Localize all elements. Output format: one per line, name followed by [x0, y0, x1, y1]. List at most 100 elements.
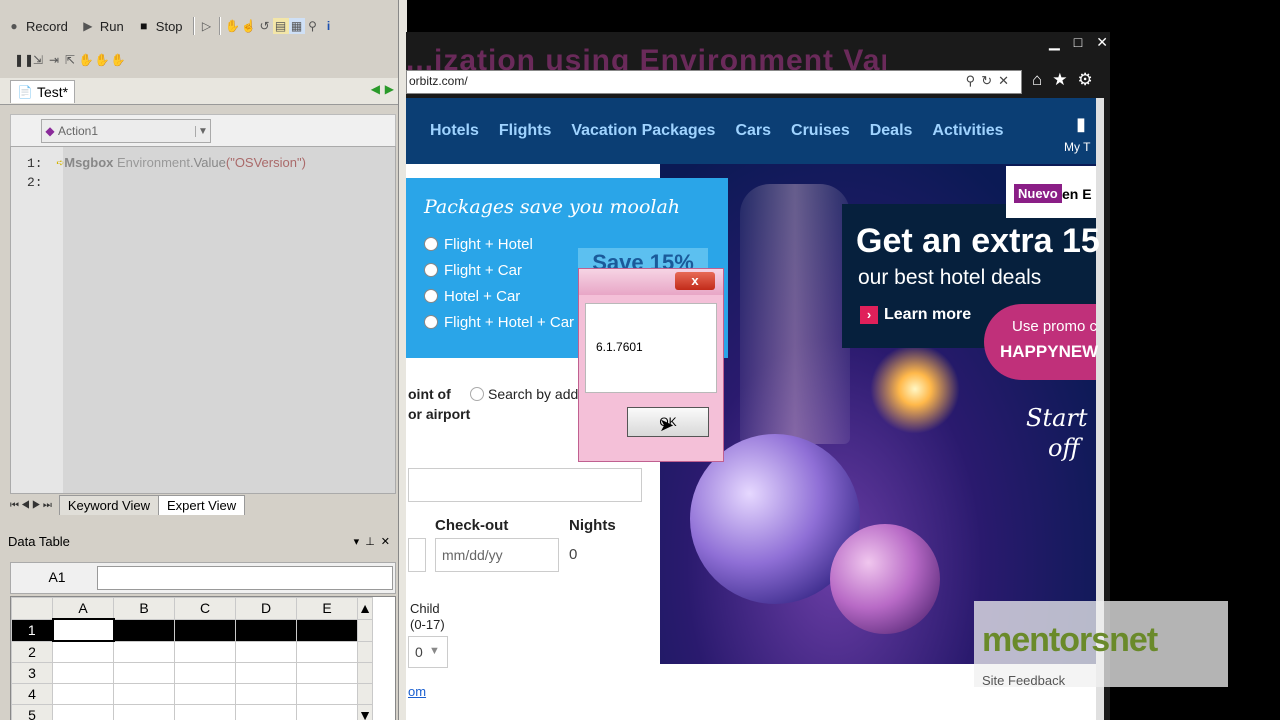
code-line[interactable]: 2: — [27, 173, 306, 193]
tab-expert-view[interactable]: Expert View — [157, 495, 246, 515]
column-header[interactable]: E — [296, 597, 358, 620]
checkin-input[interactable] — [408, 538, 426, 572]
record-button[interactable]: ● Record — [0, 18, 74, 34]
grid-cell[interactable] — [235, 683, 297, 705]
clear-breakpoint-icon[interactable]: ✋ — [94, 52, 110, 68]
hand-icon[interactable]: ✋ — [225, 18, 241, 34]
grid-cell[interactable] — [174, 618, 236, 642]
grid-icon[interactable]: ▦ — [288, 18, 305, 34]
row-header[interactable]: 3 — [11, 662, 53, 684]
grid-cell[interactable] — [51, 618, 115, 642]
settings-gear-icon[interactable]: ⚙ — [1078, 70, 1093, 92]
grid-cell[interactable] — [52, 640, 114, 663]
child-select[interactable]: 0 ▼ — [408, 636, 448, 668]
destination-input[interactable] — [408, 468, 642, 502]
step-over-icon[interactable]: ⇥ — [46, 52, 62, 68]
tab-next-icon[interactable]: ▶ — [385, 82, 394, 96]
undo-icon[interactable]: ↺ — [257, 18, 273, 34]
package-option[interactable]: Flight + Car — [424, 257, 574, 283]
grid-cell[interactable] — [52, 683, 114, 705]
column-header[interactable]: B — [113, 597, 175, 620]
package-option[interactable]: Flight + Hotel + Car — [424, 309, 574, 335]
package-option[interactable]: Hotel + Car — [424, 283, 574, 309]
grid-scroll-down-icon[interactable]: ▼ — [357, 704, 373, 720]
grid-scrollbar[interactable] — [357, 640, 373, 663]
pause-icon[interactable]: ❚❚ — [14, 52, 34, 68]
info-icon[interactable]: i — [321, 18, 337, 34]
nav-vacation-packages[interactable]: Vacation Packages — [571, 122, 715, 140]
grid-cell[interactable] — [174, 662, 236, 684]
row-header[interactable]: 4 — [11, 683, 53, 705]
grid-cell[interactable] — [296, 683, 358, 705]
tab-test[interactable]: 📄 Test* — [10, 80, 76, 103]
close-icon[interactable]: ✕ — [381, 536, 396, 548]
nav-cars[interactable]: Cars — [735, 122, 771, 140]
expert-view-editor[interactable]: 1: ➪Msgbox Environment.Value("OSVersion"… — [10, 146, 396, 494]
grid-scrollbar[interactable] — [357, 618, 373, 642]
pin-icon[interactable]: ⊥ — [365, 536, 381, 548]
grid-cell[interactable] — [113, 662, 175, 684]
grid-cell[interactable] — [235, 640, 297, 663]
grid-cell[interactable] — [174, 683, 236, 705]
grid-scrollbar[interactable] — [357, 683, 373, 705]
grid-cell[interactable] — [235, 618, 297, 642]
grid-cell[interactable] — [235, 662, 297, 684]
nav-deals[interactable]: Deals — [870, 122, 913, 140]
minimize-icon[interactable]: ▁ — [1049, 34, 1060, 54]
my-trips-link[interactable]: My T — [1064, 140, 1090, 154]
search-icon[interactable]: ⚲ — [966, 73, 982, 88]
tab-keyword-view[interactable]: Keyword View — [58, 495, 159, 515]
dropdown-icon[interactable]: ▾ — [354, 536, 366, 548]
nav-activities[interactable]: Activities — [932, 122, 1003, 140]
site-feedback-link[interactable]: Site Feedback — [982, 673, 1065, 688]
formula-input[interactable] — [97, 566, 393, 590]
dialog-close-button[interactable]: x — [675, 272, 715, 290]
column-header[interactable]: D — [235, 597, 297, 620]
column-header[interactable]: A — [52, 597, 114, 620]
stop-button[interactable]: ■ Stop — [130, 18, 189, 34]
step-out-icon[interactable]: ⇱ — [62, 52, 78, 68]
pointer-icon[interactable]: ☝ — [241, 18, 257, 34]
object-repository-icon[interactable]: ▤ — [272, 18, 289, 34]
favorites-icon[interactable]: ★ — [1052, 70, 1067, 92]
code-line[interactable]: 1: ➪Msgbox Environment.Value("OSVersion"… — [27, 153, 306, 173]
nav-cruises[interactable]: Cruises — [791, 122, 850, 140]
package-option[interactable]: Flight + Hotel — [424, 231, 574, 257]
grid-cell[interactable] — [174, 704, 236, 720]
refresh-icon[interactable]: ↻ — [981, 73, 998, 88]
grid-cell[interactable] — [235, 704, 297, 720]
grid-scrollbar[interactable] — [357, 662, 373, 684]
grid-cell[interactable] — [113, 640, 175, 663]
nav-hotels[interactable]: Hotels — [430, 122, 479, 140]
address-bar[interactable]: orbitz.com/ ⚲↻✕ — [406, 70, 1022, 94]
tab-prev-icon[interactable]: ◀ — [371, 82, 380, 96]
action-select[interactable]: ◆ Action1 ▼ — [41, 119, 211, 143]
checkout-input[interactable]: mm/dd/yy — [435, 538, 559, 572]
nav-flights[interactable]: Flights — [499, 122, 551, 140]
grid-cell[interactable] — [52, 704, 114, 720]
step-icon[interactable]: ▷ — [199, 18, 215, 34]
toggle-breakpoint-icon[interactable]: ✋ — [110, 52, 126, 68]
close-window-icon[interactable]: ✕ — [1096, 34, 1108, 54]
data-grid[interactable]: A B C D E ▲ 1 2 3 4 5 ▼ — [10, 596, 396, 720]
grid-cell[interactable] — [113, 704, 175, 720]
tab-scroll-icon[interactable]: ⏮◀▶⏭ — [10, 500, 54, 511]
maximize-icon[interactable]: □ — [1074, 34, 1082, 54]
grid-cell[interactable] — [296, 704, 358, 720]
home-icon[interactable]: ⌂ — [1032, 70, 1042, 92]
grid-cell[interactable] — [296, 618, 358, 642]
grid-cell[interactable] — [296, 640, 358, 663]
breakpoint-icon[interactable]: ✋ — [78, 52, 94, 68]
row-header[interactable]: 2 — [11, 640, 53, 663]
stop-load-icon[interactable]: ✕ — [998, 73, 1015, 88]
row-header[interactable]: 1 — [11, 618, 53, 642]
spy-icon[interactable]: ⚲ — [305, 18, 321, 34]
grid-cell[interactable] — [296, 662, 358, 684]
column-header[interactable]: C — [174, 597, 236, 620]
grid-scroll-up-icon[interactable]: ▲ — [357, 597, 373, 620]
step-into-icon[interactable]: ⇲ — [30, 52, 46, 68]
grid-cell[interactable] — [113, 618, 175, 642]
form-link[interactable]: om — [408, 684, 426, 699]
row-header[interactable]: 5 — [11, 704, 53, 720]
run-button[interactable]: ▶ Run — [74, 18, 130, 34]
